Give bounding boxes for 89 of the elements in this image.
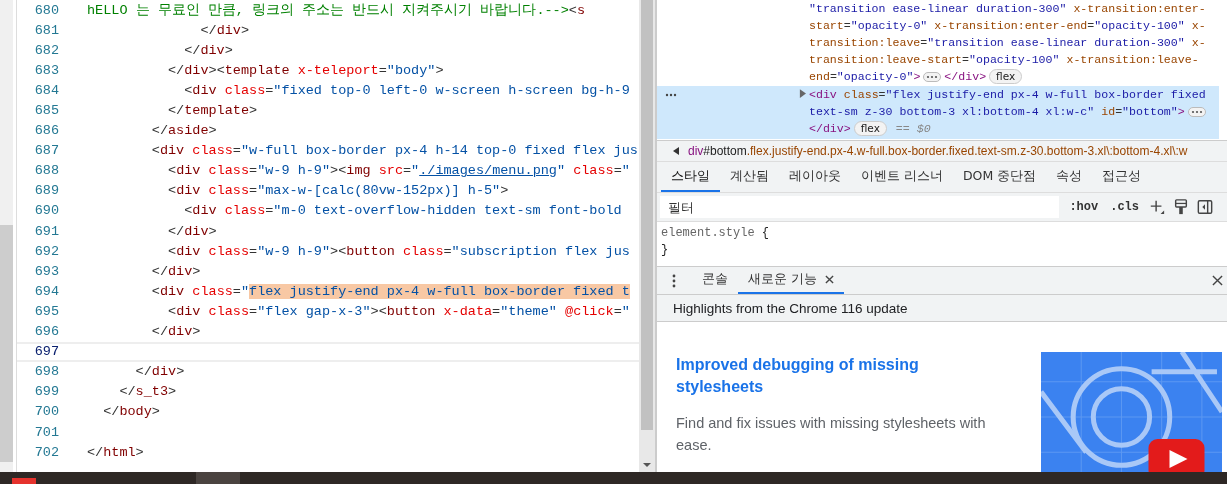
css-rule-text: } bbox=[661, 243, 669, 257]
panel-tab[interactable]: 계산됨 bbox=[720, 162, 779, 192]
css-rule-text: element.style { bbox=[661, 226, 770, 240]
code-line: <div class="w-full box-border px-4 h-14 top-0 fixed flex jus bbox=[150, 143, 638, 159]
code-line: <div class="fixed top-0 left-0 w-screen h-screen bg-h-9 bbox=[183, 82, 630, 98]
code-line: <div class="w-9 h-9"><button class="subscription flex jus bbox=[167, 243, 630, 259]
panel-tab[interactable]: 레이아웃 bbox=[779, 162, 851, 192]
feature-description: Find and fix issues with missing stylesheets with ease. bbox=[676, 414, 987, 455]
drawer-tab[interactable]: 콘솔 bbox=[692, 267, 738, 294]
line-number: 681 bbox=[33, 22, 59, 38]
dom-code-text: end="opacity-0"> bbox=[809, 70, 921, 83]
line-number: 702 bbox=[33, 444, 59, 460]
close-icon[interactable] bbox=[1212, 275, 1223, 286]
dom-code-text: transition:leave="transition ease-linear duration-300" x- bbox=[809, 36, 1206, 49]
line-number: 700 bbox=[33, 404, 59, 420]
filter-field[interactable]: 필터 bbox=[660, 196, 1060, 218]
tab-label[interactable]: 새로운 기능 bbox=[748, 271, 817, 288]
line-number: 680 bbox=[33, 2, 59, 18]
more-menu-icon[interactable] bbox=[672, 273, 676, 288]
code-line: </div> bbox=[199, 22, 250, 38]
panel-tab[interactable]: 속성 bbox=[1046, 162, 1093, 192]
code-line: <div class="flex gap-x-3"><button x-data="theme" @click=" bbox=[167, 303, 630, 319]
code-line: </body> bbox=[102, 404, 160, 420]
line-number: 688 bbox=[33, 163, 59, 179]
code-line: </html> bbox=[87, 444, 144, 460]
code-line: </aside> bbox=[150, 123, 217, 139]
code-line: </div> bbox=[134, 364, 185, 380]
line-number: 696 bbox=[33, 324, 59, 340]
collapsed-content-icon[interactable] bbox=[1187, 106, 1206, 117]
code-line: </div> bbox=[167, 223, 217, 239]
line-number: 695 bbox=[33, 303, 59, 319]
line-number: 693 bbox=[33, 263, 59, 279]
close-icon[interactable] bbox=[825, 275, 834, 284]
more-icon[interactable] bbox=[665, 93, 677, 97]
code-line: </template> bbox=[167, 103, 258, 118]
line-number: 687 bbox=[33, 143, 59, 159]
line-number: 698 bbox=[33, 364, 59, 380]
dom-code-text: transition:leave-start="opacity-100" x-transition:leave- bbox=[809, 53, 1199, 66]
code-line: </div> bbox=[183, 42, 233, 58]
node-reference-text: == $0 bbox=[895, 122, 931, 135]
expand-arrow-icon[interactable] bbox=[799, 89, 806, 98]
sidebar-toggle-icon[interactable] bbox=[1197, 199, 1213, 215]
toggle-button[interactable]: :hov bbox=[1067, 200, 1101, 214]
line-number: 690 bbox=[33, 203, 59, 219]
panel-tab[interactable]: DOM 중단점 bbox=[953, 162, 1047, 192]
collapsed-content-icon[interactable] bbox=[923, 71, 942, 82]
dom-code-text: text-sm z-30 bottom-3 xl:bottom-4 xl:w-c" id="bottom"> bbox=[809, 105, 1185, 118]
panel-tab[interactable]: 접근성 bbox=[1092, 162, 1152, 192]
dom-code-text: <div class="flex justify-end px-4 w-full box-border fixed bbox=[809, 88, 1206, 101]
toggle-button[interactable]: .cls bbox=[1108, 200, 1141, 214]
code-line: hELLO 는 무료인 만큼, 링크의 주소는 반드시 지켜주시기 바랍니다.--><s bbox=[87, 2, 586, 20]
line-number: 691 bbox=[33, 223, 59, 239]
line-number: 683 bbox=[33, 62, 59, 78]
line-number: 685 bbox=[33, 103, 59, 118]
scrollbar[interactable] bbox=[0, 0, 16, 472]
line-number: 684 bbox=[33, 82, 59, 98]
panel-tab[interactable]: 이벤트 리스너 bbox=[851, 162, 953, 192]
code-line: </div> bbox=[150, 263, 201, 279]
code-line: </s_t3> bbox=[118, 384, 177, 400]
add-icon[interactable] bbox=[1149, 199, 1165, 215]
play-button-icon[interactable] bbox=[1148, 439, 1205, 472]
layout-badge[interactable]: flex bbox=[853, 121, 887, 136]
line-number: 694 bbox=[33, 283, 59, 299]
scroll-left-icon[interactable] bbox=[673, 147, 679, 155]
dom-code-text: start="opacity-0" x-transition:enter-end="opacity-100" x- bbox=[809, 19, 1206, 32]
code-line: </div> bbox=[150, 324, 201, 340]
line-number: 697 bbox=[33, 344, 59, 360]
selected-node-highlight[interactable]: <div class="flex justify-end px-4 w-full box-border fixed text-sm z-30 bottom-3 xl:bottom-4 xl:w-c" id="bottom"> </div> flex == $0 bbox=[657, 86, 1219, 139]
code-line: <div class="max-w-[calc(80vw-152px)] h-5"> bbox=[167, 183, 509, 199]
code-line: </div><template x-teleport="body"> bbox=[167, 62, 444, 78]
line-number: 701 bbox=[33, 424, 59, 440]
paint-brush-icon[interactable] bbox=[1173, 199, 1189, 215]
dom-code-text: </div> bbox=[944, 70, 987, 83]
update-title: Highlights from the Chrome 116 update bbox=[673, 300, 908, 316]
layout-badge[interactable]: flex bbox=[989, 69, 1023, 84]
line-number: 689 bbox=[33, 183, 59, 199]
line-number: 686 bbox=[33, 123, 59, 139]
scroll-down-icon[interactable] bbox=[642, 462, 652, 468]
line-number: 692 bbox=[33, 243, 59, 259]
feature-heading[interactable]: Improved debugging of missing stylesheets bbox=[676, 354, 976, 398]
line-number: 682 bbox=[33, 42, 59, 58]
dom-code-text: </div> bbox=[809, 122, 851, 135]
code-line: <div class="flex justify-end px-4 w-full box-border fixed t bbox=[150, 283, 630, 299]
dom-code-text: "transition ease-linear duration-300" x-transition:enter- bbox=[809, 2, 1206, 15]
scrollbar[interactable] bbox=[639, 0, 655, 472]
tab-label[interactable]: 콘솔 bbox=[702, 271, 728, 288]
code-line: <div class="m-0 text-overflow-hidden text-sm font-bold bbox=[183, 203, 622, 219]
code-line: <div class="w-9 h-9"><img src="./images/menu.png" class=" bbox=[167, 163, 630, 179]
line-number: 699 bbox=[33, 384, 59, 400]
